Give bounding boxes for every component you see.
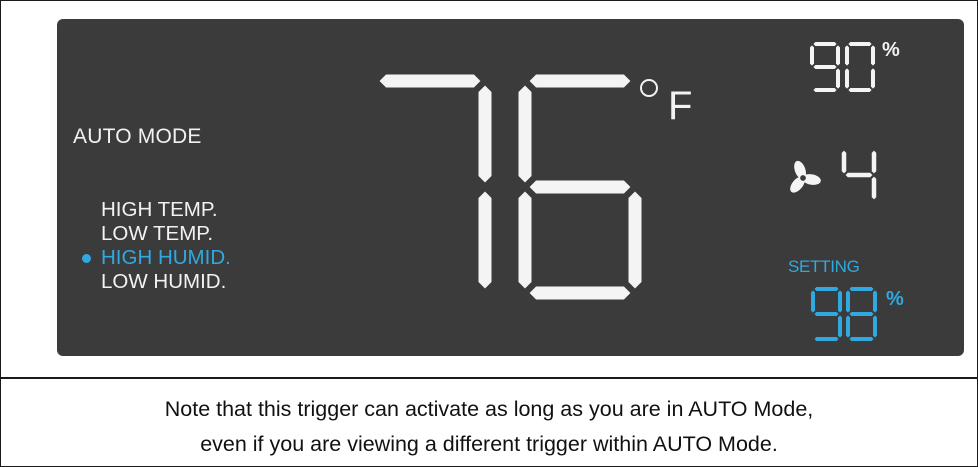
temperature-digit-1: [518, 74, 642, 300]
temperature-unit: F: [668, 84, 693, 128]
segment-c: [628, 191, 642, 289]
active-dot-icon: [82, 254, 91, 263]
caption-note: Note that this trigger can activate as l…: [0, 392, 978, 462]
trigger-low-temp: LOW TEMP.: [101, 222, 231, 246]
segment-d: [529, 286, 631, 300]
segment-f: [811, 290, 815, 313]
segment-g: [845, 172, 873, 178]
segment-a: [379, 74, 481, 88]
humidity-digit-1: [845, 42, 875, 92]
segment-f: [846, 290, 850, 313]
segment-f: [841, 150, 847, 174]
segment-f: [518, 85, 532, 183]
caption-line-2: even if you are viewing a different trig…: [200, 432, 778, 456]
lcd-display-panel: AUTO MODE HIGH TEMP. LOW TEMP. HIGH HUMI…: [57, 19, 964, 356]
segment-e: [845, 68, 849, 89]
segment-d: [848, 88, 872, 92]
segment-d: [849, 337, 874, 341]
setting-humidity-digit-1: [846, 287, 877, 341]
segment-a: [529, 74, 631, 88]
segment-e: [846, 315, 850, 338]
degree-icon: [640, 79, 658, 97]
segment-b: [836, 45, 840, 66]
segment-c: [836, 68, 840, 89]
segment-b: [871, 45, 875, 66]
segment-b: [871, 150, 877, 174]
trigger-label: LOW HUMID.: [101, 270, 227, 293]
setting-percent-sign: %: [886, 288, 904, 310]
segment-a: [814, 287, 839, 291]
segment-f: [810, 45, 814, 66]
segment-c: [871, 68, 875, 89]
segment-c: [478, 191, 492, 289]
setting-humidity-digit-0: [811, 287, 842, 341]
trigger-low-humid: LOW HUMID.: [101, 270, 231, 294]
temperature-digit-0: [379, 74, 492, 289]
segment-d: [814, 337, 839, 341]
segment-c: [838, 315, 842, 338]
segment-b: [873, 290, 877, 313]
fan-icon: [790, 160, 821, 193]
segment-g: [814, 312, 839, 316]
segment-a: [813, 42, 837, 46]
fan-speed-digit-0: [841, 150, 877, 200]
auto-mode-label: AUTO MODE: [73, 125, 202, 148]
segment-digits: [379, 42, 877, 341]
trigger-high-humid: HIGH HUMID.: [82, 246, 231, 270]
segment-g: [529, 180, 631, 194]
segment-a: [849, 287, 874, 291]
segment-e: [518, 191, 532, 289]
trigger-list: HIGH TEMP. LOW TEMP. HIGH HUMID. LOW HUM…: [82, 198, 231, 294]
caption-line-1: Note that this trigger can activate as l…: [164, 397, 814, 421]
humidity-digit-0: [810, 42, 840, 92]
segment-d: [813, 88, 837, 92]
segment-b: [478, 85, 492, 183]
segment-c: [873, 315, 877, 338]
segment-g: [849, 312, 874, 316]
setting-label: SETTING: [788, 257, 860, 276]
trigger-label: HIGH HUMID.: [101, 246, 231, 269]
trigger-label: HIGH TEMP.: [101, 198, 218, 221]
segment-a: [848, 42, 872, 46]
caption-divider: [0, 377, 978, 379]
segment-f: [845, 45, 849, 66]
segment-c: [871, 176, 877, 200]
segment-b: [838, 290, 842, 313]
trigger-high-temp: HIGH TEMP.: [101, 198, 231, 222]
segment-g: [813, 65, 837, 69]
humidity-percent-sign: %: [882, 39, 900, 61]
trigger-label: LOW TEMP.: [101, 222, 214, 245]
